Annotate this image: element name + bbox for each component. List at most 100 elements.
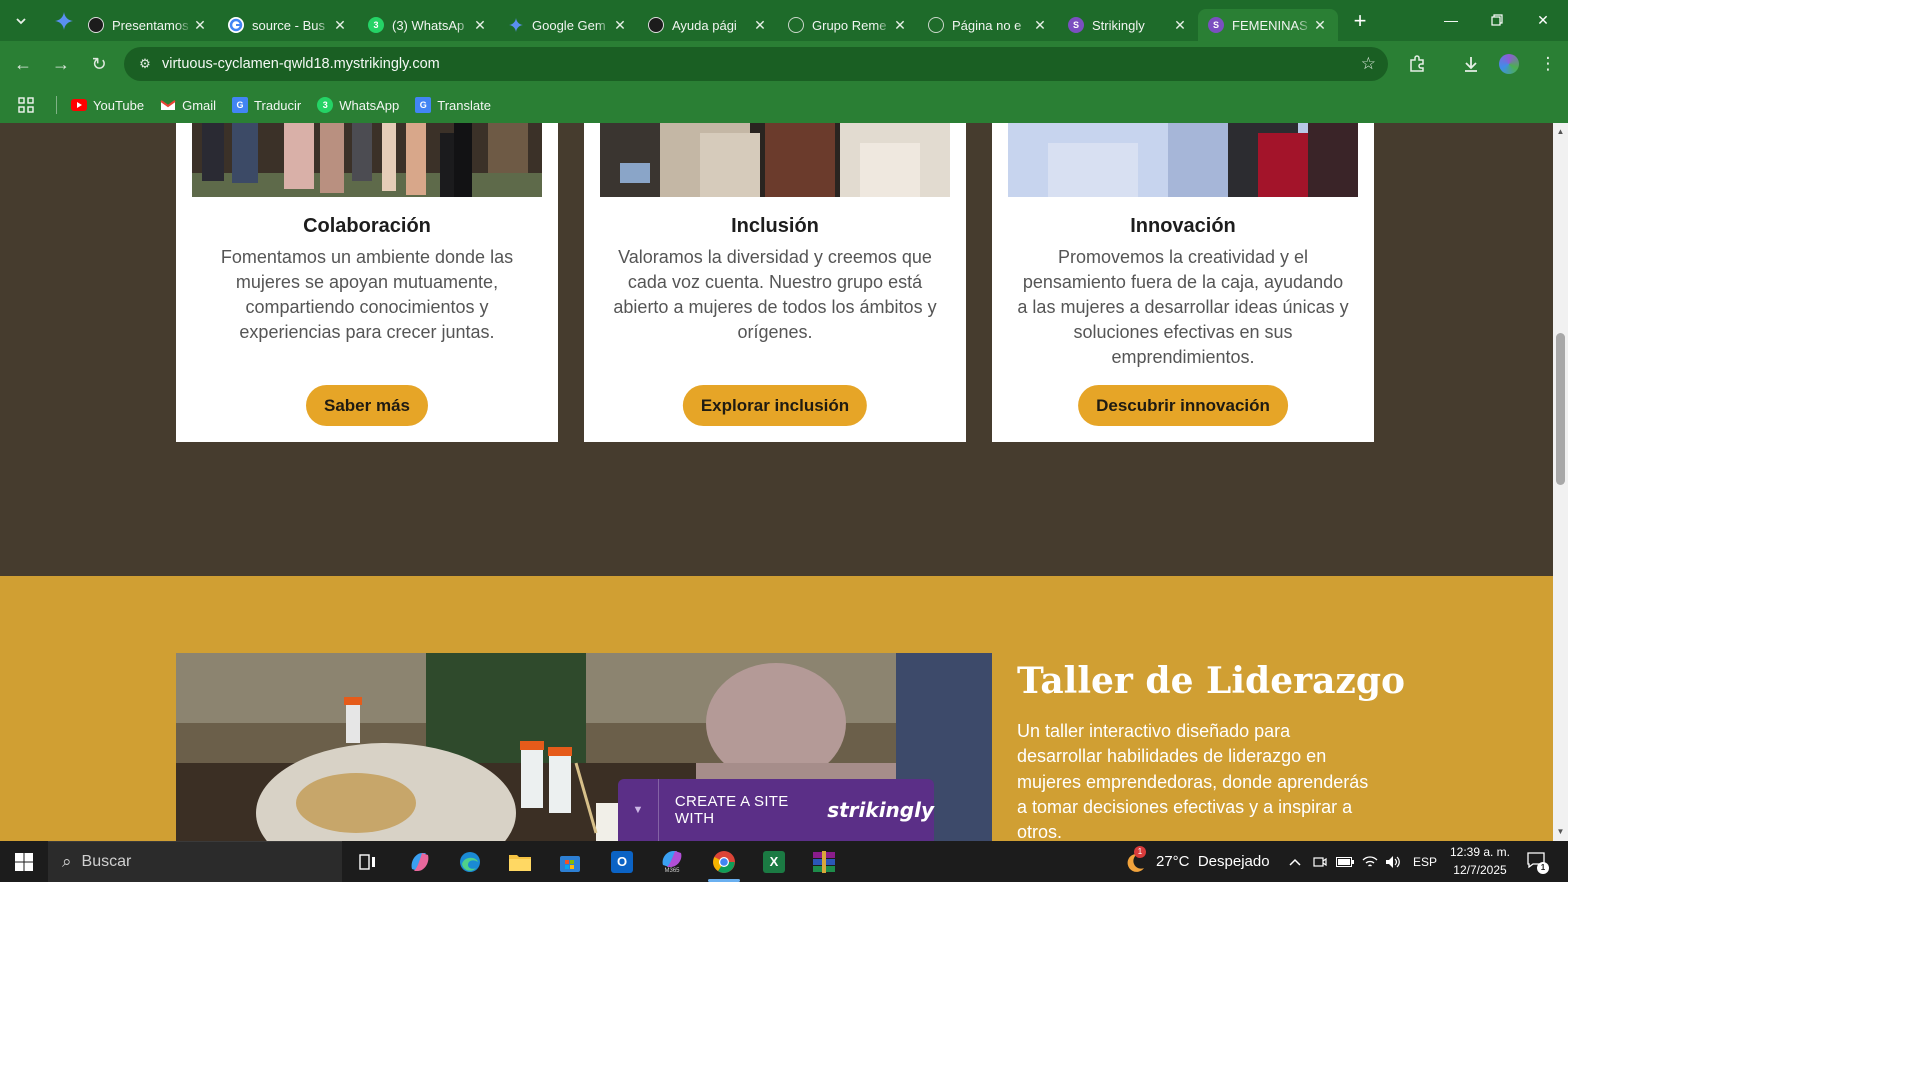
tab-title: Presentamos <box>112 17 189 33</box>
close-tab-icon[interactable]: ✕ <box>192 17 208 34</box>
tab-google-gemini[interactable]: Google Gem ✕ <box>498 9 638 41</box>
tab-pagina-no-encontrada[interactable]: Página no e ✕ <box>918 9 1058 41</box>
scrollbar-thumb[interactable] <box>1556 333 1565 485</box>
openai-icon <box>648 17 664 33</box>
winrar-icon[interactable] <box>800 841 848 882</box>
tab-source-busqueda[interactable]: source - Bus ✕ <box>218 9 358 41</box>
tab-title: Ayuda pági <box>672 17 737 33</box>
weather-text: 27°C Despejado <box>1156 853 1270 870</box>
bookmark-label: WhatsApp <box>339 97 400 113</box>
card-body: Promovemos la creatividad y el pensamien… <box>1017 247 1349 367</box>
back-arrow-icon[interactable]: ← <box>6 47 40 81</box>
language-indicator[interactable]: ESP <box>1413 841 1437 882</box>
tab-grupo-reme[interactable]: Grupo Reme ✕ <box>778 9 918 41</box>
gmail-icon <box>160 97 176 113</box>
scroll-up-arrow-icon[interactable]: ▲ <box>1553 125 1568 139</box>
show-hidden-icons-chevron-icon[interactable] <box>1287 841 1303 882</box>
copilot-icon[interactable] <box>396 841 444 882</box>
bookmark-youtube[interactable]: YouTube <box>71 97 144 113</box>
url-text[interactable]: virtuous-cyclamen-qwld18.mystrikingly.co… <box>162 56 440 72</box>
chrome-icon[interactable] <box>700 841 748 882</box>
tab-ayuda-pagina[interactable]: Ayuda pági ✕ <box>638 9 778 41</box>
new-tab-button[interactable]: + <box>1346 7 1374 35</box>
saber-mas-button[interactable]: Saber más <box>306 385 428 426</box>
card-body: Valoramos la diversidad y creemos que ca… <box>613 247 937 342</box>
bookmark-label: Translate <box>437 97 491 113</box>
address-bar[interactable]: ⚙ virtuous-cyclamen-qwld18.mystrikingly.… <box>124 47 1388 81</box>
restore-window-icon[interactable] <box>1474 0 1520 40</box>
minimize-window-icon[interactable]: — <box>1428 0 1474 40</box>
tab-title: Google Gem <box>532 17 606 33</box>
profile-avatar[interactable] <box>1491 41 1527 87</box>
search-icon: ⌕ <box>62 852 72 871</box>
close-tab-icon[interactable]: ✕ <box>1312 17 1328 34</box>
card-innovacion: Innovación Promovemos la creatividad y e… <box>992 123 1374 442</box>
tab-title: Página no e <box>952 17 1022 33</box>
close-tab-icon[interactable]: ✕ <box>1172 17 1188 34</box>
forward-arrow-icon[interactable]: → <box>44 47 78 81</box>
card-photo-inclusion <box>600 123 950 197</box>
close-tab-icon[interactable]: ✕ <box>472 17 488 34</box>
globe-icon <box>788 17 804 33</box>
reload-icon[interactable]: ↻ <box>82 47 116 81</box>
bookmark-traducir[interactable]: G Traducir <box>232 97 301 113</box>
microsoft-store-icon[interactable] <box>546 841 594 882</box>
tab-title: (3) WhatsAp <box>392 17 465 33</box>
microsoft-365-icon[interactable]: M365 <box>648 841 696 882</box>
card-body: Fomentamos un ambiente donde las mujeres… <box>220 247 514 342</box>
bookmark-gmail[interactable]: Gmail <box>160 97 216 113</box>
volume-icon[interactable] <box>1384 841 1402 882</box>
notifications-icon[interactable]: 1 <box>1524 841 1549 882</box>
bookmark-label: YouTube <box>93 97 145 113</box>
search-placeholder: Buscar <box>81 853 132 870</box>
outlook-icon[interactable]: O <box>598 841 646 882</box>
tab-femeninas[interactable]: S FEMENINAS ✕ <box>1198 9 1338 41</box>
bookmark-translate[interactable]: G Translate <box>415 97 491 113</box>
globe-icon <box>928 17 944 33</box>
site-info-icon[interactable]: ⚙ <box>130 56 160 72</box>
close-tab-icon[interactable]: ✕ <box>752 17 768 34</box>
task-view-icon[interactable] <box>344 841 392 882</box>
excel-icon[interactable]: X <box>750 841 798 882</box>
close-tab-icon[interactable]: ✕ <box>612 17 628 34</box>
banner-text: CREATE A SITE WITH <box>674 793 789 827</box>
descubrir-innovacion-button[interactable]: Descubrir innovación <box>1078 385 1288 426</box>
card-inclusion: Inclusión Valoramos la diversidad y cree… <box>584 123 966 442</box>
close-tab-icon[interactable]: ✕ <box>1032 17 1048 34</box>
chrome-menu-kebab-icon[interactable]: ⋮ <box>1530 41 1566 87</box>
file-explorer-icon[interactable] <box>496 841 544 882</box>
bookmark-whatsapp[interactable]: 3 WhatsApp <box>317 97 399 113</box>
gemini-pinned-icon[interactable] <box>50 7 78 35</box>
card-photo-innovacion <box>1008 123 1358 197</box>
collapse-banner-icon[interactable]: ▼ <box>618 779 659 841</box>
close-tab-icon[interactable]: ✕ <box>892 17 908 34</box>
tab-title: Strikingly <box>1092 17 1145 33</box>
battery-icon[interactable] <box>1336 841 1354 882</box>
strikingly-logo: strikingly <box>827 798 934 822</box>
create-site-with-strikingly-banner[interactable]: ▼ CREATE A SITE WITH strikingly <box>618 779 934 841</box>
extensions-puzzle-icon[interactable] <box>1399 41 1435 87</box>
download-icon[interactable] <box>1453 41 1489 87</box>
scroll-down-arrow-icon[interactable]: ▼ <box>1553 825 1568 839</box>
strikingly-icon: S <box>1208 17 1224 33</box>
close-window-icon[interactable]: ✕ <box>1520 0 1566 40</box>
wifi-icon[interactable] <box>1361 841 1379 882</box>
bookmark-star-icon[interactable]: ☆ <box>1361 54 1376 74</box>
tab-whatsapp[interactable]: 3 (3) WhatsAp ✕ <box>358 9 498 41</box>
tab-strikingly[interactable]: S Strikingly ✕ <box>1058 9 1198 41</box>
translate-icon: G <box>232 97 249 113</box>
whatsapp-icon: 3 <box>368 17 384 33</box>
tab-search-chevron-icon[interactable] <box>6 6 36 36</box>
explorar-inclusion-button[interactable]: Explorar inclusión <box>682 385 868 426</box>
windows-start-icon[interactable] <box>0 841 48 882</box>
camera-in-use-icon[interactable] <box>1312 841 1328 882</box>
page-scrollbar[interactable]: ▲ ▼ <box>1553 123 1568 841</box>
close-tab-icon[interactable]: ✕ <box>332 17 348 34</box>
taskbar-search-box[interactable]: ⌕ Buscar <box>48 841 342 882</box>
tab-presentamos[interactable]: Presentamos ✕ <box>78 9 218 41</box>
card-title: Innovación <box>1130 215 1236 237</box>
apps-grid-icon[interactable] <box>18 97 34 113</box>
taskbar-clock[interactable]: 12:39 a. m. 12/7/2025 <box>1442 843 1518 879</box>
edge-browser-icon[interactable] <box>446 841 494 882</box>
weather-widget[interactable]: 1 27°C Despejado <box>1124 841 1270 882</box>
